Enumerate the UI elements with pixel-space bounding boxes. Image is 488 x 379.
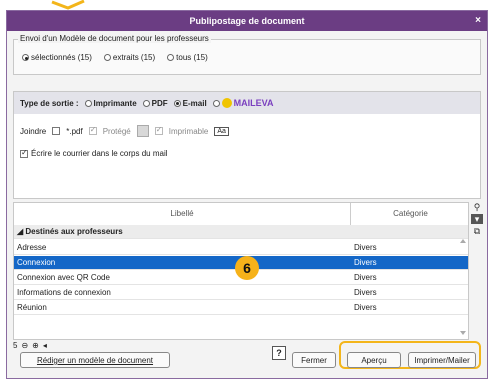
zoom-out-icon[interactable]: ⊖	[21, 341, 28, 350]
search-icon[interactable]: ⚲	[471, 202, 483, 212]
protege-checkbox[interactable]	[88, 125, 97, 135]
lock-icon[interactable]	[136, 125, 149, 137]
sortie-label: Type de sortie :	[20, 98, 79, 108]
grid-toolbar: ⚲ ▾ ⧉	[471, 202, 485, 238]
vertical-scrollbar[interactable]	[458, 237, 468, 337]
dialog-title: Publipostage de document	[189, 16, 305, 26]
envoi-group: Envoi d'un Modèle de document pour les p…	[13, 34, 481, 75]
grid-header: Libellé Catégorie	[14, 203, 468, 226]
courrier-checkbox[interactable]	[20, 148, 28, 158]
envoi-legend: Envoi d'un Modèle de document pour les p…	[18, 34, 211, 43]
row-count: 5	[13, 341, 18, 350]
courrier-label: Écrire le courrier dans le corps du mail	[31, 149, 168, 158]
radio-imprimante[interactable]: Imprimante	[84, 99, 137, 108]
sortie-panel: Type de sortie : Imprimante PDF E-mail M…	[13, 91, 481, 199]
zoom-in-icon[interactable]: ⊕	[32, 341, 39, 350]
copy-icon[interactable]: ⧉	[471, 226, 483, 236]
help-button[interactable]: ?	[272, 346, 286, 360]
group-row[interactable]: ◢ Destinés aux professeurs	[14, 225, 468, 239]
close-button[interactable]: ×	[475, 11, 481, 31]
radio-pdf[interactable]: PDF	[142, 99, 168, 108]
radio-dot	[167, 54, 175, 61]
fermer-button[interactable]: Fermer	[292, 352, 336, 368]
radio-dot	[22, 54, 29, 61]
pdf-label: *.pdf	[66, 126, 83, 136]
radio-extraits[interactable]: extraits (15)	[103, 53, 155, 62]
pdf-checkbox[interactable]	[52, 127, 61, 135]
scroll-left-icon[interactable]: ◂	[43, 341, 47, 350]
apercu-button[interactable]: Aperçu	[347, 352, 401, 368]
table-row[interactable]: Adresse Divers	[14, 241, 468, 255]
column-header-categorie[interactable]: Catégorie	[350, 203, 470, 225]
radio-selectionnes[interactable]: sélectionnés (15)	[22, 53, 92, 62]
rediger-button[interactable]: Rédiger un modèle de document	[20, 352, 170, 368]
imprimable-label: Imprimable	[168, 126, 209, 136]
imprimable-checkbox[interactable]	[154, 125, 163, 135]
table-row[interactable]: Réunion Divers	[14, 301, 468, 315]
publipostage-dialog: Publipostage de document × Envoi d'un Mo…	[6, 10, 488, 379]
step-badge: 6	[235, 256, 259, 280]
dropdown-icon[interactable]: ▾	[471, 214, 483, 224]
radio-dot	[103, 54, 111, 61]
grid-footer: 5 ⊖ ⊕ ◂	[13, 341, 47, 350]
orange-accent-mark	[51, 0, 85, 10]
column-header-libelle[interactable]: Libellé	[14, 203, 350, 225]
protege-label: Protégé	[102, 126, 131, 136]
imprimer-mailer-button[interactable]: Imprimer/Mailer	[408, 352, 476, 368]
radio-tous[interactable]: tous (15)	[167, 53, 208, 62]
dialog-title-bar: Publipostage de document ×	[7, 11, 487, 31]
joindre-label: Joindre	[20, 126, 47, 136]
table-row[interactable]: Informations de connexion Divers	[14, 286, 468, 300]
radio-email[interactable]: E-mail	[173, 99, 207, 108]
radio-maileva[interactable]: MAILEVA	[212, 98, 274, 108]
font-settings-button[interactable]: Aa	[214, 126, 229, 136]
maileva-logo-icon	[221, 98, 232, 108]
